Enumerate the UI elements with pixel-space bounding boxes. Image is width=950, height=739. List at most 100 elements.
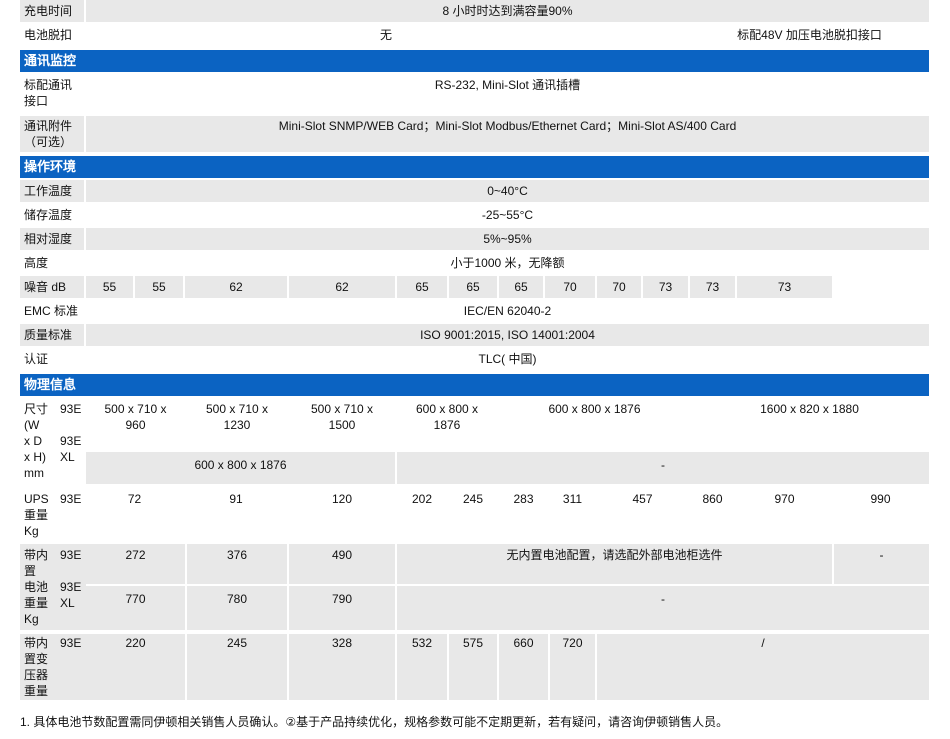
label-batt-weight: 带内置电池 重量 Kg xyxy=(20,547,56,631)
label-batt-93e: 93E xyxy=(60,548,82,562)
label-batt-weight-line: Kg xyxy=(24,612,39,626)
label-batt-weight-line: 带内 xyxy=(24,548,49,562)
label-comm-acc: 通讯附件 （可选） xyxy=(20,118,84,152)
ups-weight-value: 457 xyxy=(632,492,653,506)
size-e-value-line: 1876 xyxy=(433,418,461,432)
ups-weight-value: 91 xyxy=(229,492,243,506)
size-xl-dash: - xyxy=(661,458,665,472)
batt-e-value: 490 xyxy=(331,548,353,562)
size-e-value-line: 500 x 710 x xyxy=(205,402,269,416)
size-e-value-line: 1600 x 820 x 1880 xyxy=(760,402,859,416)
label-ups-weight: UPS 重量 Kg xyxy=(20,491,56,539)
xfmr-value: 720 xyxy=(562,636,583,650)
noise-value: 70 xyxy=(563,280,577,294)
batt-xl-value: 770 xyxy=(125,592,146,606)
noise-value: 73 xyxy=(658,280,673,294)
batt-e-value: 无内置电池配置，请选配外部电池柜选件 xyxy=(506,548,723,562)
label-quality: 质量标准 xyxy=(24,328,73,342)
value-altitude: 小于1000 米，无降额 xyxy=(450,256,565,270)
xfmr-value: 245 xyxy=(226,636,248,650)
size-e-value: 1600 x 820 x 1880 xyxy=(690,401,929,447)
label-size-93e: 93E xyxy=(60,402,82,416)
label-ups-93e: 93E xyxy=(60,492,82,506)
value-store_temp: -25~55°C xyxy=(481,208,534,222)
label-store_temp: 储存温度 xyxy=(24,208,73,222)
value-comm-acc: Mini-Slot SNMP/WEB Card；Mini-Slot Modbus… xyxy=(278,119,737,133)
label-comm-acc-line: （可选） xyxy=(24,135,73,149)
label-noise: 噪音 dB xyxy=(24,280,67,294)
batt-e-value: 376 xyxy=(226,548,248,562)
xfmr-value: 220 xyxy=(125,636,146,650)
value-battery-release-48v: 标配48V 加压电池脱扣接口 xyxy=(737,28,882,42)
batt-xl-value: - xyxy=(661,592,665,606)
ups-weight-value: 283 xyxy=(513,492,534,506)
ups-weight-value: 311 xyxy=(562,492,583,506)
ups-weight-value: 860 xyxy=(702,492,723,506)
label-std-comm-line: 接口 xyxy=(24,94,49,108)
label-xfmr-93e: 93E xyxy=(60,636,82,650)
label-batt-93exl: 93E XL xyxy=(56,579,86,613)
size-e-value: 500 x 710 x 1230 xyxy=(187,401,287,447)
value-charge-time: 8 小时时达到满容量90% xyxy=(442,4,573,18)
label-size-line: (W xyxy=(24,418,40,432)
label-std-comm: 标配通讯 接口 xyxy=(20,77,84,113)
label-size-93exl-line: XL xyxy=(60,450,75,464)
xfmr-value: 532 xyxy=(411,636,433,650)
label-batt-93exl-line: XL xyxy=(60,596,75,610)
label-size-line: 尺寸 xyxy=(24,402,49,416)
label-battery-release: 电池脱扣 xyxy=(24,28,73,42)
noise-value: 62 xyxy=(335,280,349,294)
label-std-comm-line: 标配通讯 xyxy=(24,78,73,92)
noise-value: 73 xyxy=(777,280,792,294)
label-size-line: mm xyxy=(24,466,44,480)
size-e-value: 600 x 800 x 1876 xyxy=(397,401,497,447)
label-ups-weight-line: UPS xyxy=(24,492,49,506)
noise-value: 65 xyxy=(415,280,429,294)
size-xl-value: 600 x 800 x 1876 xyxy=(194,458,287,472)
ups-weight-value: 202 xyxy=(411,492,433,506)
noise-value: 62 xyxy=(229,280,243,294)
label-charge-time: 充电时间 xyxy=(24,4,73,18)
spec-table: 充电时间 8 小时时达到满容量90% 电池脱扣 无 标配48V 加压电池脱扣接口通讯监控… xyxy=(0,0,950,739)
noise-value: 65 xyxy=(514,280,528,294)
value-battery-release-none: 无 xyxy=(379,28,392,42)
xfmr-value: 660 xyxy=(513,636,534,650)
label-altitude: 高度 xyxy=(24,256,49,270)
noise-value: 65 xyxy=(466,280,480,294)
label-batt-weight-line: 电池 xyxy=(24,580,49,594)
batt-e-value: 272 xyxy=(125,548,146,562)
label-cert: 认证 xyxy=(24,352,49,366)
section-comm: 通讯监控 xyxy=(24,53,77,68)
section-env: 操作环境 xyxy=(24,159,77,174)
xfmr-value: 575 xyxy=(462,636,484,650)
section-phys: 物理信息 xyxy=(24,377,77,392)
ups-weight-value: 120 xyxy=(331,492,353,506)
noise-value: 55 xyxy=(102,280,117,294)
label-size: 尺寸 (W x D x H) mm xyxy=(20,401,56,485)
footnote: 1. 具体电池节数配置需同伊顿相关销售人员确认。②基于产品持续优化，规格参数可能… xyxy=(20,715,729,729)
size-e-value-line: 1230 xyxy=(223,418,251,432)
label-batt-weight-line: 重量 xyxy=(24,596,49,610)
ups-weight-value: 72 xyxy=(127,492,142,506)
label-ups-weight-line: Kg xyxy=(24,524,39,538)
label-size-93exl-line: 93E xyxy=(60,434,82,448)
noise-value: 70 xyxy=(612,280,626,294)
label-xfmr-weight-line: 重量 xyxy=(24,684,49,698)
batt-xl-value: 790 xyxy=(331,592,353,606)
label-batt-93exl-line: 93E xyxy=(60,580,82,594)
ups-weight-value: 990 xyxy=(870,492,891,506)
noise-value: 55 xyxy=(152,280,166,294)
label-xfmr-weight: 带内 置变 压器 重量 xyxy=(20,635,56,699)
ups-weight-value: 245 xyxy=(462,492,484,506)
noise-value: 73 xyxy=(705,280,720,294)
value-humidity: 5%~95% xyxy=(483,232,532,246)
value-cert: TLC( 中国) xyxy=(478,352,537,366)
label-size-line: x D xyxy=(24,434,42,448)
size-e-value-line: 500 x 710 x xyxy=(310,402,374,416)
value-quality: ISO 9001:2015, ISO 14001:2004 xyxy=(420,328,595,342)
label-xfmr-weight-line: 压器 xyxy=(24,668,49,682)
label-humidity: 相对湿度 xyxy=(24,232,73,246)
size-e-value-line: 500 x 710 x xyxy=(104,402,167,416)
value-op_temp: 0~40°C xyxy=(487,184,528,198)
label-op_temp: 工作温度 xyxy=(24,184,73,198)
